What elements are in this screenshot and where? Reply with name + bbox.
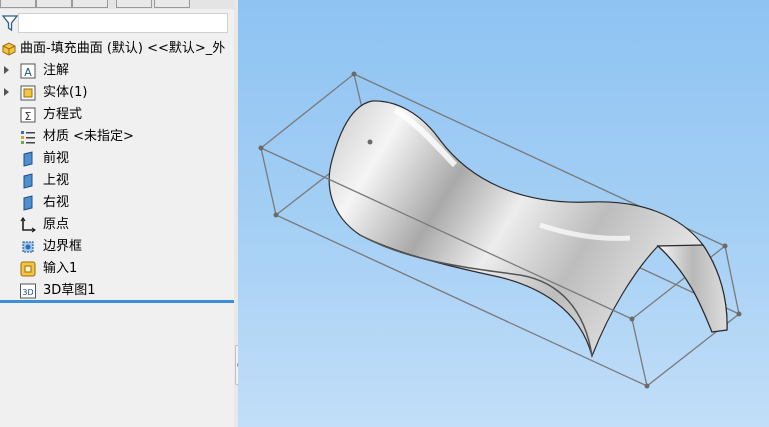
tree-item-imported-1[interactable]: 输入1 <box>0 258 232 280</box>
tree-item-solid-bodies[interactable]: 实体(1) <box>0 82 232 104</box>
panel-separator-line <box>0 300 234 303</box>
filled-surface-body[interactable] <box>328 100 728 358</box>
imported-feature-icon <box>20 261 36 277</box>
tree-item-front-plane[interactable]: 前视 <box>0 148 232 170</box>
tree-item-material[interactable]: 材质 <未指定> <box>0 126 232 148</box>
tree-item-label: 注解 <box>43 63 70 78</box>
plane-icon <box>23 173 33 189</box>
tree-item-label: 方程式 <box>43 107 83 122</box>
tab-display-manager[interactable] <box>154 0 190 8</box>
expand-arrow-icon[interactable] <box>4 66 9 74</box>
plane-icon <box>23 151 33 167</box>
tree-item-label: 输入1 <box>43 261 78 276</box>
tree-item-equations[interactable]: Σ 方程式 <box>0 104 232 126</box>
tree-root-part[interactable]: 曲面-填充曲面 (默认) <<默认>_外 <box>0 38 232 60</box>
svg-text:A: A <box>24 66 32 79</box>
tree-root-label: 曲面-填充曲面 (默认) <<默认>_外 <box>20 41 226 56</box>
tree-item-right-plane[interactable]: 右视 <box>0 192 232 214</box>
graphics-viewport[interactable] <box>238 0 769 427</box>
tree-item-label: 3D草图1 <box>43 283 96 298</box>
tree-filter-row <box>0 11 232 35</box>
solid-bodies-icon <box>20 85 36 101</box>
filter-icon[interactable] <box>2 14 18 32</box>
tree-item-label: 边界框 <box>43 239 83 254</box>
expand-arrow-icon[interactable] <box>4 88 9 96</box>
tree-item-origin[interactable]: 原点 <box>0 214 232 236</box>
svg-text:3D: 3D <box>22 288 33 297</box>
part-icon <box>2 42 16 56</box>
svg-text:Σ: Σ <box>25 110 32 123</box>
feature-manager-panel: 曲面-填充曲面 (默认) <<默认>_外 A 注解 实体(1) Σ 方程式 材质… <box>0 0 235 427</box>
tree-item-bounding-box[interactable]: 边界框 <box>0 236 232 258</box>
origin-icon <box>20 217 36 233</box>
tree-item-label: 原点 <box>43 217 70 232</box>
equations-icon: Σ <box>20 107 36 123</box>
tree-item-label: 材质 <未指定> <box>43 129 134 144</box>
tree-item-label: 前视 <box>43 151 70 166</box>
model-view[interactable] <box>238 0 769 427</box>
tree-item-top-plane[interactable]: 上视 <box>0 170 232 192</box>
tab-property-manager[interactable] <box>36 0 72 8</box>
tree-item-annotations[interactable]: A 注解 <box>0 60 232 82</box>
manager-tab-bar <box>0 0 234 9</box>
material-icon <box>21 131 35 144</box>
bounding-box-icon <box>22 241 34 253</box>
tab-dimxpert-manager[interactable] <box>116 0 152 8</box>
tree-item-label: 上视 <box>43 173 70 188</box>
3d-sketch-icon: 3D <box>20 283 36 299</box>
annotations-icon: A <box>20 63 36 79</box>
tab-configuration-manager[interactable] <box>72 0 108 8</box>
tree-item-label: 右视 <box>43 195 70 210</box>
tree-item-label: 实体(1) <box>43 85 88 100</box>
tree-filter-input[interactable] <box>18 13 228 33</box>
tab-feature-manager[interactable] <box>0 0 36 8</box>
tree-item-3d-sketch-1[interactable]: 3D 3D草图1 <box>0 280 232 302</box>
plane-icon <box>23 195 33 211</box>
